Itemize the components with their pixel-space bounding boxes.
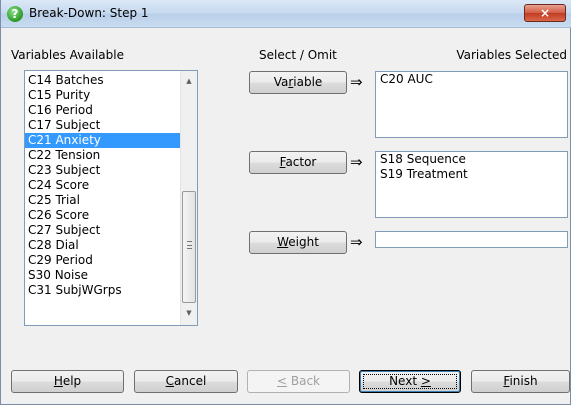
weight-selected-box[interactable]	[375, 231, 568, 248]
list-item[interactable]: C24 Score	[25, 178, 181, 193]
variable-selected-box[interactable]: C20 AUC	[375, 71, 568, 138]
factor-button[interactable]: Factor	[249, 151, 347, 174]
close-icon: ×	[539, 6, 551, 20]
scroll-thumb[interactable]	[182, 191, 196, 303]
back-label-b: Back	[287, 374, 320, 388]
list-item[interactable]: C29 Period	[25, 253, 181, 268]
grip-icon	[187, 241, 192, 249]
list-item[interactable]: C25 Trial	[25, 193, 181, 208]
list-item[interactable]: C17 Subject	[25, 118, 181, 133]
scroll-down-icon[interactable]: ▼	[181, 305, 197, 322]
variable-button-label-a: Va	[273, 75, 289, 89]
help-accesskey: H	[53, 374, 63, 388]
variable-button-label-b: iable	[293, 75, 323, 89]
list-item[interactable]: C22 Tension	[25, 148, 181, 163]
variables-selected-label: Variables Selected	[456, 48, 567, 62]
list-item[interactable]: C26 Score	[25, 208, 181, 223]
back-button[interactable]: < Back	[247, 370, 350, 393]
next-button[interactable]: Next >	[359, 370, 461, 393]
list-item[interactable]: C16 Period	[25, 103, 181, 118]
list-item[interactable]: C15 Purity	[25, 88, 181, 103]
factor-selected-box[interactable]: S18 Sequence S19 Treatment	[375, 151, 568, 218]
list-item[interactable]: C31 SubjWGrps	[25, 283, 181, 298]
list-item[interactable]: C21 Anxiety	[25, 133, 181, 148]
cancel-accesskey: C	[165, 374, 175, 388]
help-label-b: elp	[62, 374, 82, 388]
help-question-icon: ?	[7, 6, 23, 22]
weight-arrow-icon: ⇒	[350, 233, 363, 251]
window-title: Break-Down: Step 1	[29, 6, 149, 20]
break-down-dialog: ? Break-Down: Step 1 × Variables Availab…	[0, 0, 571, 405]
vertical-scrollbar[interactable]: ▲ ▼	[180, 71, 197, 325]
variables-available-label: Variables Available	[11, 48, 124, 62]
scroll-up-icon[interactable]: ▲	[181, 73, 197, 90]
back-accesskey: <	[276, 374, 288, 388]
variables-available-list[interactable]: C14 Batches C15 Purity C16 Period C17 Subje…	[24, 70, 198, 326]
factor-button-label-b: actor	[285, 155, 317, 169]
list-item[interactable]: C23 Subject	[25, 163, 181, 178]
finish-label-b: inish	[509, 374, 538, 388]
factor-arrow-icon: ⇒	[350, 153, 363, 171]
help-button[interactable]: Help	[11, 370, 124, 393]
title-bar[interactable]: ? Break-Down: Step 1 ×	[1, 0, 571, 28]
weight-button-accesskey: W	[277, 235, 289, 249]
list-items: C14 Batches C15 Purity C16 Period C17 Subje…	[25, 73, 181, 298]
factor-selected-item[interactable]: S18 Sequence	[376, 152, 567, 167]
variable-selected-item[interactable]: C20 AUC	[376, 72, 567, 87]
select-omit-label: Select / Omit	[259, 48, 337, 62]
cancel-label-b: ancel	[174, 374, 207, 388]
variable-arrow-icon: ⇒	[350, 73, 363, 91]
focus-rectangle	[363, 374, 457, 389]
weight-button-label-b: eight	[288, 235, 319, 249]
list-item[interactable]: C28 Dial	[25, 238, 181, 253]
factor-selected-item[interactable]: S19 Treatment	[376, 167, 567, 182]
list-item[interactable]: C14 Batches	[25, 73, 181, 88]
variable-button[interactable]: Variable	[249, 71, 347, 94]
list-item[interactable]: S30 Noise	[25, 268, 181, 283]
list-item[interactable]: C27 Subject	[25, 223, 181, 238]
weight-button[interactable]: Weight	[249, 231, 347, 254]
cancel-button[interactable]: Cancel	[134, 370, 238, 393]
close-button[interactable]: ×	[524, 4, 566, 22]
finish-button[interactable]: Finish	[471, 370, 570, 393]
